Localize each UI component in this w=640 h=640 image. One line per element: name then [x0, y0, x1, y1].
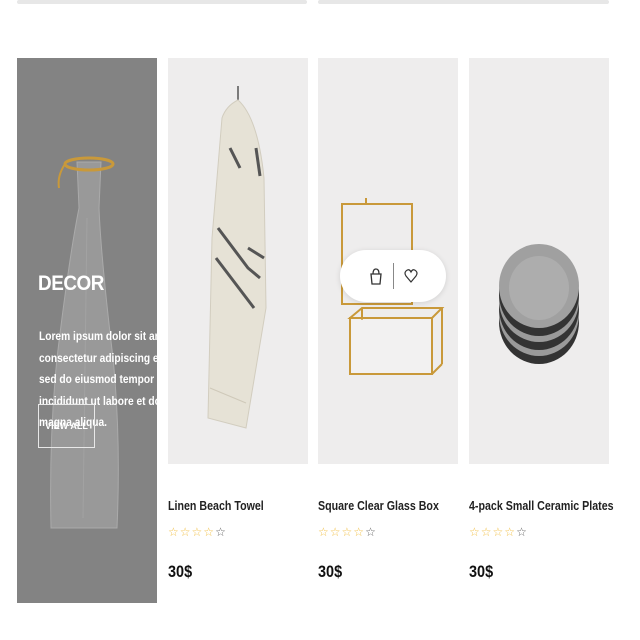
decor-promo-banner: DECOR Lorem ipsum dolor sit amet, consec…	[17, 58, 157, 603]
promo-text-line: Lorem ipsum dolor sit amet,	[39, 329, 157, 343]
product-card[interactable]: 4-pack Small Ceramic Plates ☆ ☆ ☆ ☆ ☆ 30…	[469, 58, 614, 581]
add-to-cart-button[interactable]	[363, 263, 389, 289]
product-name[interactable]: Square Clear Glass Box	[318, 498, 439, 513]
previous-row-strip-left	[17, 0, 307, 4]
view-all-button[interactable]: VIEW ALL	[38, 404, 95, 448]
product-price: 30$	[469, 562, 494, 581]
product-price: 30$	[168, 562, 193, 581]
star-icon: ☆	[469, 525, 480, 539]
product-card[interactable]: Linen Beach Towel ☆ ☆ ☆ ☆ ☆ 30$	[168, 58, 308, 581]
star-empty-icon: ☆	[365, 525, 376, 539]
product-image[interactable]	[168, 58, 308, 464]
product-hover-actions	[340, 250, 446, 302]
star-icon: ☆	[492, 525, 504, 539]
star-empty-icon: ☆	[516, 525, 527, 539]
promo-title: DECOR	[38, 272, 105, 295]
product-name[interactable]: 4-pack Small Ceramic Plates	[469, 498, 614, 513]
beach-towel-image	[207, 86, 267, 429]
star-icon: ☆	[203, 525, 215, 539]
star-icon: ☆	[179, 525, 191, 539]
star-icon: ☆	[353, 525, 365, 539]
star-icon: ☆	[329, 525, 341, 539]
star-icon: ☆	[318, 525, 329, 539]
star-icon: ☆	[480, 525, 492, 539]
product-price: 30$	[318, 562, 343, 581]
product-rating: ☆ ☆ ☆ ☆ ☆	[168, 525, 226, 539]
star-icon: ☆	[191, 525, 203, 539]
promo-text-line: consectetur adipiscing elit,	[39, 350, 157, 365]
ceramic-plates-image	[499, 244, 579, 364]
star-empty-icon: ☆	[215, 525, 226, 539]
bag-icon	[369, 268, 382, 285]
product-image[interactable]	[469, 58, 609, 464]
previous-row-strip-right	[318, 0, 609, 4]
product-name[interactable]: Linen Beach Towel	[168, 498, 264, 513]
product-rating: ☆ ☆ ☆ ☆ ☆	[318, 525, 376, 539]
star-icon: ☆	[341, 525, 353, 539]
star-icon: ☆	[168, 525, 179, 539]
add-to-wishlist-button[interactable]	[398, 263, 424, 289]
action-divider	[392, 263, 394, 289]
promo-text-line: sed do eiusmod tempor	[39, 372, 155, 386]
heart-icon	[403, 269, 418, 283]
product-rating: ☆ ☆ ☆ ☆ ☆	[469, 525, 527, 539]
star-icon: ☆	[504, 525, 516, 539]
